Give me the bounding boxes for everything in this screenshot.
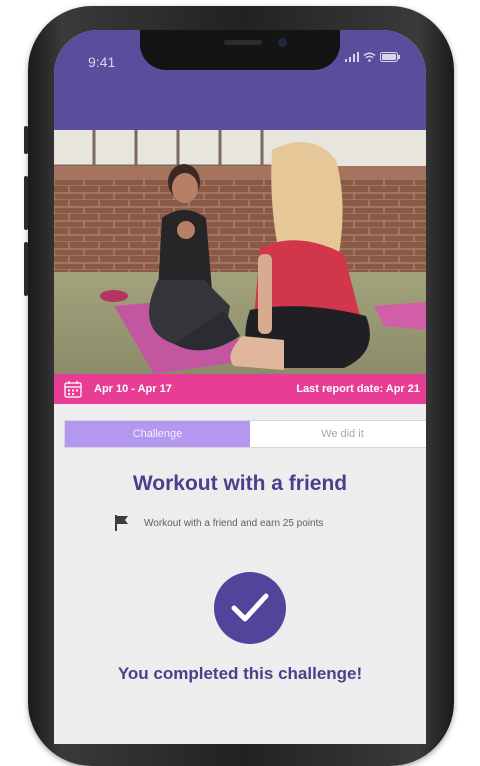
challenge-description-row: Workout with a friend and earn 25 points — [114, 514, 323, 532]
app-screen: 9:41 Apr 10 - Apr 17 Last report date: A… — [54, 30, 426, 744]
speaker-grille — [224, 40, 262, 45]
signal-icon — [345, 52, 359, 62]
mute-switch — [24, 126, 28, 154]
completed-message: You completed this challenge! — [117, 664, 363, 683]
flag-icon — [115, 515, 128, 531]
volume-up-button — [24, 176, 28, 230]
status-time: 9:41 — [88, 54, 116, 70]
last-report-date: Last report date: Apr 21 — [296, 383, 420, 395]
tab-we-did-it[interactable]: We did it — [250, 421, 426, 447]
challenge-description: Workout with a friend and earn 25 points — [144, 517, 324, 529]
battery-icon — [380, 52, 400, 62]
notch — [140, 30, 340, 70]
challenge-photo — [54, 130, 426, 374]
tab-challenge[interactable]: Challenge — [65, 421, 250, 447]
volume-down-button — [24, 242, 28, 296]
calendar-icon — [64, 381, 82, 398]
check-icon — [214, 572, 286, 644]
status-icons — [345, 52, 400, 62]
date-banner: Apr 10 - Apr 17 Last report date: Apr 21 — [54, 374, 426, 404]
tab-bar: Challenge We did it — [64, 420, 426, 448]
front-camera — [278, 38, 287, 47]
app-header: 9:41 — [54, 30, 426, 130]
date-range: Apr 10 - Apr 17 — [94, 383, 172, 395]
wifi-icon — [363, 52, 376, 62]
challenge-title: Workout with a friend — [132, 472, 348, 495]
